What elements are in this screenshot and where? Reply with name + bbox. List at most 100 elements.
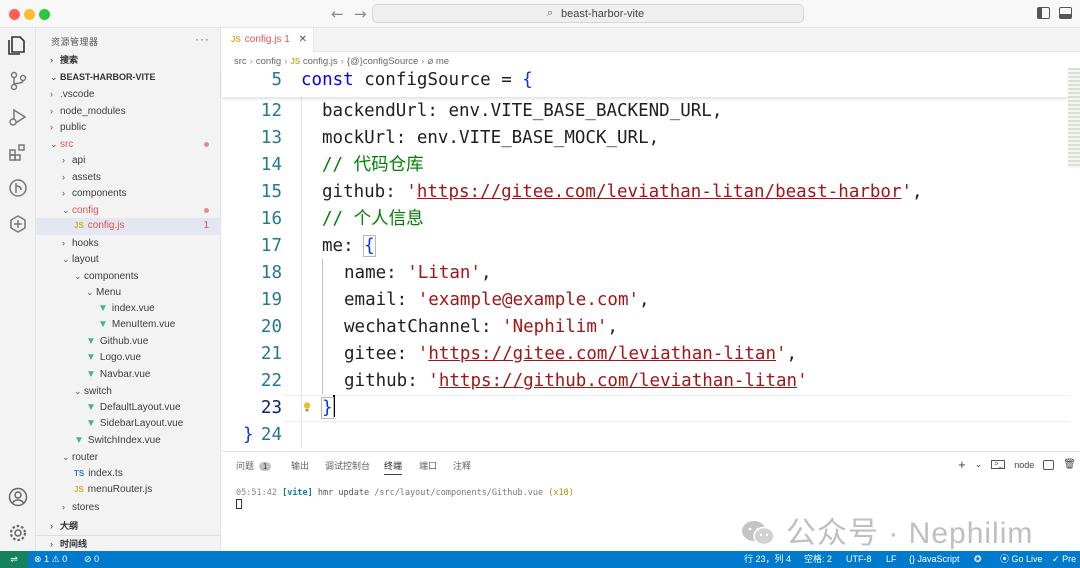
code-line[interactable]: 24} [222,422,1070,449]
tree-item[interactable]: ▼ DefaultLayout.vue [36,400,221,417]
run-debug-icon[interactable] [7,106,29,128]
tree-item[interactable]: ▼ SidebarLayout.vue [36,416,221,433]
close-window-button[interactable] [9,9,20,20]
breadcrumb-item[interactable]: config [256,56,281,67]
tree-item[interactable]: ▼ SwitchIndex.vue [36,433,221,450]
comment-token: // 代码仓库 [322,155,424,175]
breadcrumb-item[interactable]: configSource [363,56,418,67]
tree-item[interactable]: ⌄ switch [36,383,221,400]
sticky-scroll-line[interactable]: 5 const configSource = { [222,70,1070,97]
lightbulb-icon[interactable] [303,402,311,412]
cursor-position[interactable]: 行 23，列 4 [744,551,791,568]
problem-count: 1 [203,220,209,231]
tree-item[interactable]: ⌄ layout [36,251,221,268]
tree-item[interactable]: ⌄ components [36,268,221,285]
minimap[interactable] [1068,68,1080,168]
tree-item[interactable]: ▼ Logo.vue [36,350,221,367]
tree-item[interactable]: JS config.js 1 [36,218,221,235]
back-arrow-icon[interactable]: ← [331,5,344,23]
tree-item[interactable]: ⌄ router [36,449,221,466]
toggle-panel-icon[interactable] [1059,7,1072,19]
tree-item[interactable]: ⌄ Menu [36,284,221,301]
explorer-icon[interactable] [7,34,29,56]
go-live-button[interactable]: ⦿ Go Live [1000,551,1043,568]
breadcrumb-item[interactable]: me [436,56,449,67]
code-line[interactable]: 16 // 个人信息 [222,206,1070,233]
minimize-window-button[interactable] [24,9,35,20]
code-line[interactable]: 15 github: 'https://gitee.com/leviathan-l… [222,179,1070,206]
code-line[interactable]: 18 name: 'Litan', [222,260,1070,287]
tree-item[interactable]: ▼ Navbar.vue [36,367,221,384]
more-actions-icon[interactable]: ··· [195,32,210,46]
tree-item[interactable]: ⌄ config [36,202,221,219]
eol-status[interactable]: LF [886,551,897,568]
code-editor[interactable]: 12 backendUrl: env.VITE_BASE_BACKEND_URL,… [222,70,1070,450]
brace-token: } [321,397,334,419]
tree-item[interactable]: ⌄ src [36,136,221,153]
outline-section-header[interactable]: › 大纲 [36,518,221,534]
tree-item[interactable]: › api [36,152,221,169]
maximize-window-button[interactable] [39,9,50,20]
breadcrumb-item[interactable]: src [234,56,247,67]
tree-item[interactable]: JS menuRouter.js [36,482,221,499]
encoding-status[interactable]: UTF-8 [846,551,872,568]
code-line[interactable]: 12 backendUrl: env.VITE_BASE_BACKEND_URL, [222,98,1070,125]
ports-status[interactable]: ⊘ 0 [84,551,99,568]
code-line[interactable]: 19 email: 'example@example.com', [222,287,1070,314]
tab-output[interactable]: 输出 [291,459,309,472]
extensions-icon[interactable] [7,142,29,164]
close-icon[interactable]: ✕ [299,28,307,52]
tree-item[interactable]: TS index.ts [36,466,221,483]
copilot-icon[interactable]: ✪ [974,551,982,568]
tree-item[interactable]: ▼ index.vue [36,301,221,318]
tree-item-label: .vscode [60,89,95,100]
code-line[interactable]: 21 gitee: 'https://gitee.com/leviathan-li… [222,341,1070,368]
tree-item[interactable]: ▼ Github.vue [36,334,221,351]
code-line[interactable]: 22 github: 'https://github.com/leviathan-… [222,368,1070,395]
new-terminal-icon[interactable]: + [958,457,966,472]
timeline-section-header[interactable]: › 时间线 [36,535,221,551]
section-label: 搜索 [60,55,79,65]
trash-icon[interactable]: 🗑 [1063,459,1076,470]
settings-gear-icon[interactable] [7,522,29,544]
tree-item[interactable]: › components [36,185,221,202]
search-section-header[interactable]: › 搜索 [36,52,221,68]
tree-item[interactable]: › public [36,119,221,136]
breadcrumb-item[interactable]: config.js [303,56,338,67]
warning-count: 0 [62,554,68,564]
code-line[interactable]: 23} [222,395,1070,422]
tree-item[interactable]: › stores [36,499,221,516]
project-section-header[interactable]: ⌄ BEAST-HARBOR-VITE [36,69,221,85]
split-terminal-icon[interactable] [1043,459,1055,470]
tab-problems[interactable]: 问题 1 [236,459,272,472]
code-line[interactable]: 17 me: { [222,233,1070,260]
prettier-status[interactable]: ✓ Pre [1052,551,1076,568]
tree-item[interactable]: › assets [36,169,221,186]
tree-item[interactable]: › hooks [36,235,221,252]
tab-ports[interactable]: 端口 [419,459,437,472]
tree-item[interactable]: › node_modules [36,103,221,120]
tab-terminal[interactable]: 终端 [384,459,403,475]
code-line[interactable]: 20 wechatChannel: 'Nephilim', [222,314,1070,341]
remote-indicator[interactable]: ⇌ [0,551,28,568]
command-center-search[interactable]: ⌕ beast-harbor-vite [372,4,804,23]
toggle-sidebar-icon[interactable] [1037,7,1050,19]
code-line[interactable]: 13 mockUrl: env.VITE_BASE_MOCK_URL, [222,125,1070,152]
tab-comments[interactable]: 注释 [453,459,471,472]
chevron-down-icon[interactable]: ⌄ [975,459,983,470]
code-line[interactable]: 14 // 代码仓库 [222,152,1070,179]
tab-problem-count: 1 [284,34,290,45]
indentation-status[interactable]: 空格: 2 [804,551,832,568]
tree-item[interactable]: › .vscode [36,86,221,103]
gitlens-icon[interactable] [7,177,29,199]
tab-config-js[interactable]: JS config.js 1 ✕ [222,28,314,52]
forward-arrow-icon[interactable]: → [354,5,367,23]
tab-debug-console[interactable]: 调试控制台 [325,459,370,472]
language-mode[interactable]: {} JavaScript [909,551,960,568]
account-icon[interactable] [7,486,29,508]
source-control-icon[interactable] [7,70,29,92]
remote-explorer-icon[interactable] [7,213,29,235]
shell-name[interactable]: node [1014,460,1034,470]
problems-status[interactable]: ⊗ 1 ⚠ 0 [34,551,67,568]
tree-item[interactable]: ▼ MenuItem.vue [36,317,221,334]
